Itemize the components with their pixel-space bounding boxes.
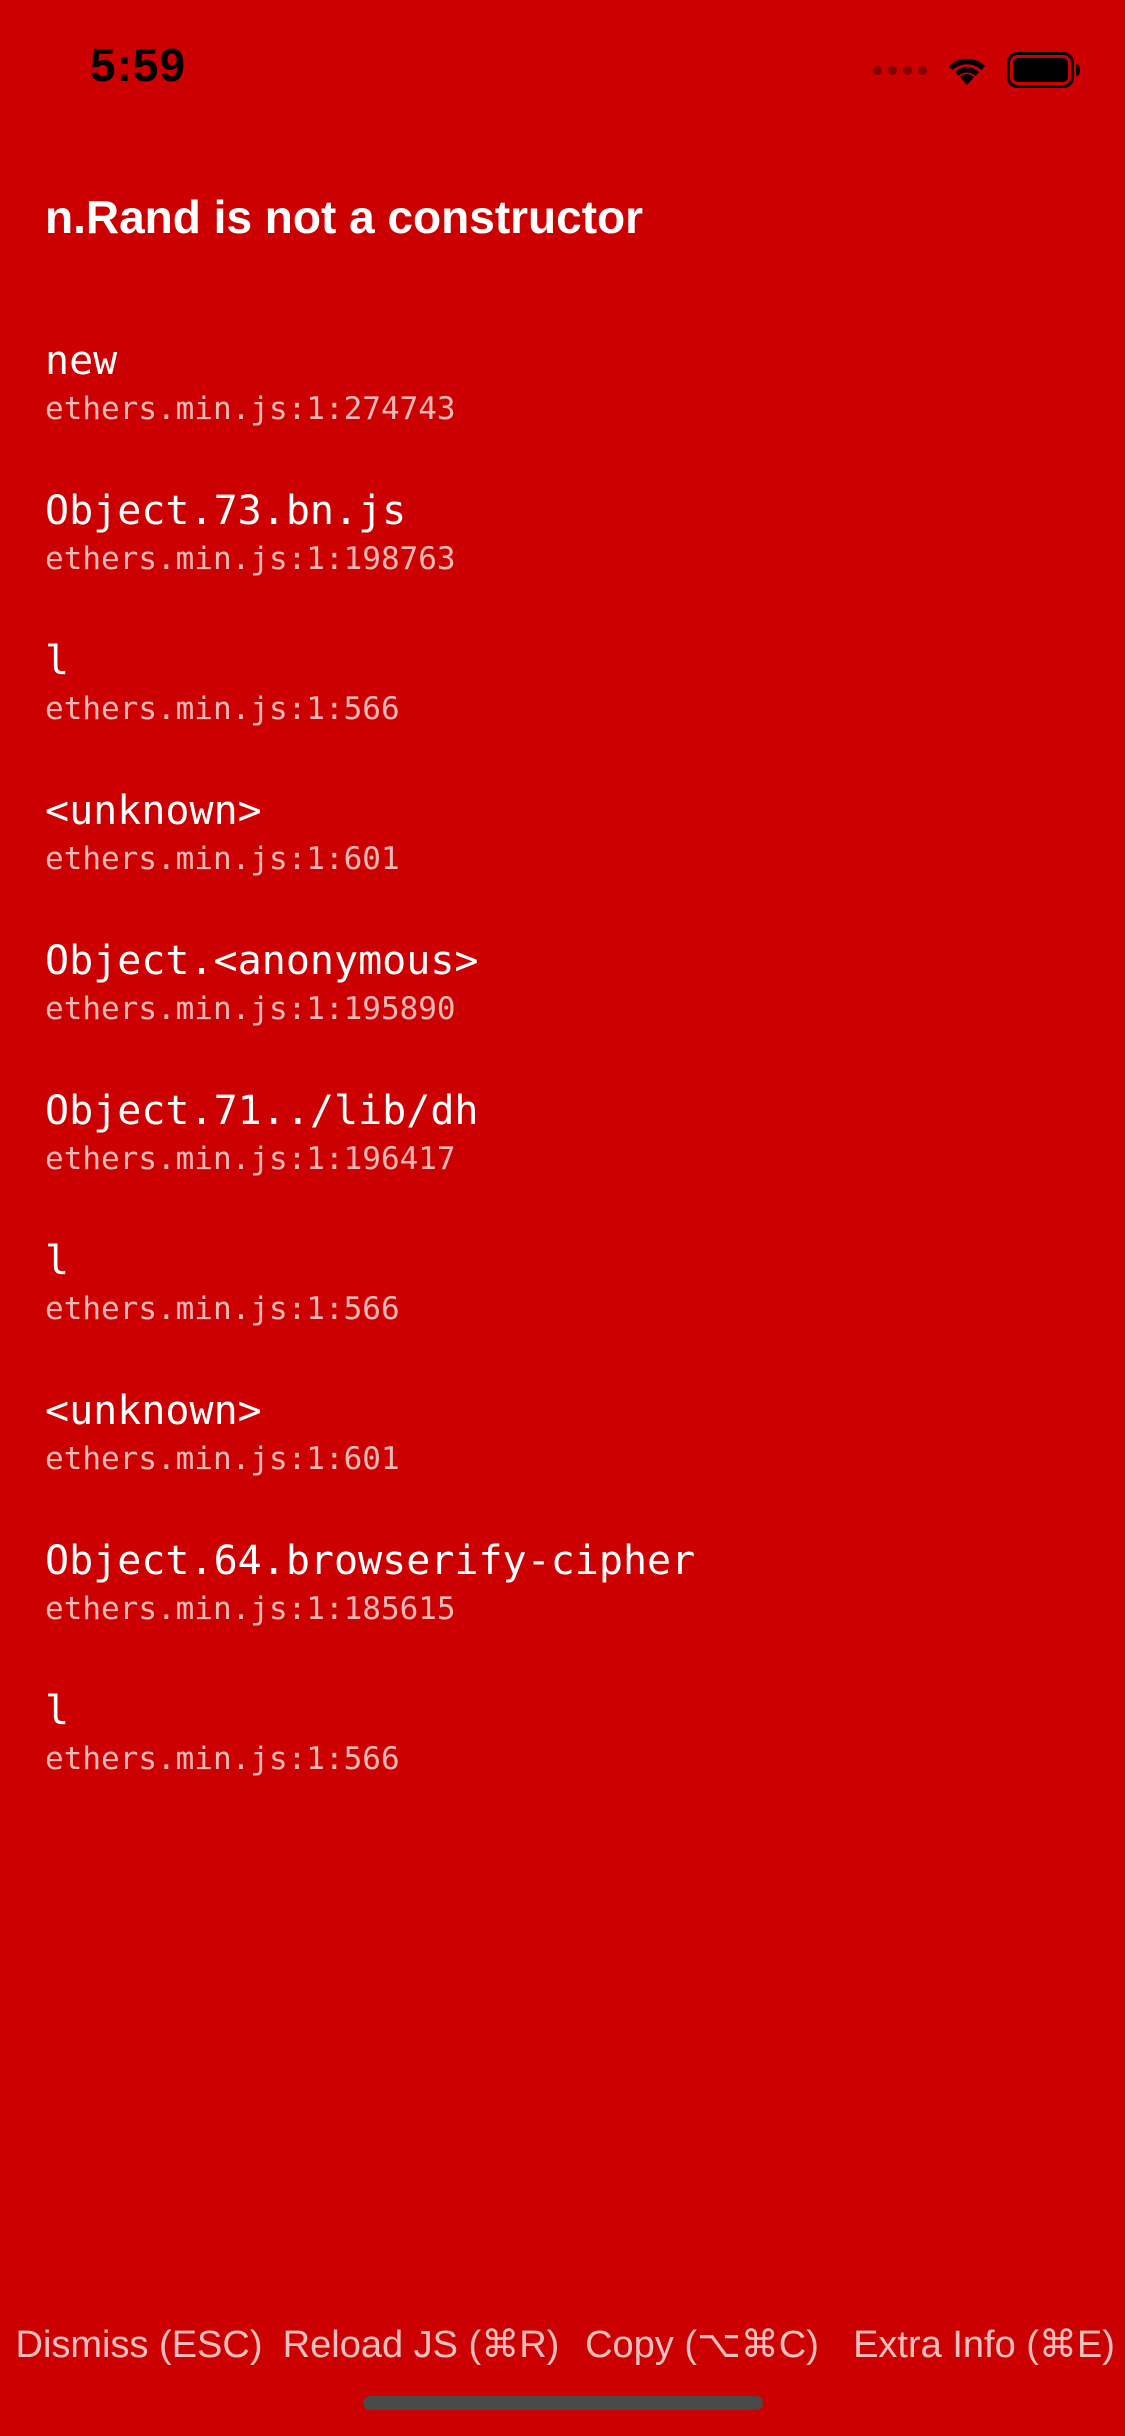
stack-frame[interactable]: Object.71../lib/dh ethers.min.js:1:19641…	[45, 1085, 1085, 1235]
frame-location: ethers.min.js:1:566	[45, 691, 400, 727]
frame-method: <unknown>	[45, 788, 262, 834]
stack-frame[interactable]: l ethers.min.js:1:566	[45, 1685, 1085, 1835]
frame-location: ethers.min.js:1:196417	[45, 1141, 456, 1177]
frame-method: Object.64.browserify-cipher	[45, 1538, 696, 1584]
battery-full-icon	[1007, 52, 1081, 88]
frame-location: ethers.min.js:1:566	[45, 1291, 400, 1327]
frame-method: <unknown>	[45, 1388, 262, 1434]
status-icons	[873, 50, 1081, 90]
frame-method: l	[45, 1688, 70, 1734]
frame-location: ethers.min.js:1:566	[45, 1741, 400, 1777]
redbox-toolbar: Dismiss (ESC) Reload JS (⌘R) Copy (⌥⌘C) …	[0, 2310, 1125, 2380]
stack-frame[interactable]: Object.73.bn.js ethers.min.js:1:198763	[45, 485, 1085, 635]
stack-frame[interactable]: Object.<anonymous> ethers.min.js:1:19589…	[45, 935, 1085, 1085]
reload-js-button[interactable]: Reload JS (⌘R)	[280, 2310, 562, 2380]
frame-method: Object.71../lib/dh	[45, 1088, 479, 1134]
copy-button[interactable]: Copy (⌥⌘C)	[584, 2310, 820, 2380]
status-time: 5:59	[90, 39, 187, 91]
frame-location: ethers.min.js:1:601	[45, 1441, 400, 1477]
extra-info-button[interactable]: Extra Info (⌘E)	[848, 2310, 1120, 2380]
frame-location: ethers.min.js:1:274743	[45, 391, 456, 427]
frame-location: ethers.min.js:1:601	[45, 841, 400, 877]
cellular-signal-empty-icon	[873, 65, 927, 75]
status-bar: 5:59	[0, 0, 1125, 140]
stack-trace-list: new ethers.min.js:1:274743 Object.73.bn.…	[45, 335, 1085, 1835]
stack-frame[interactable]: <unknown> ethers.min.js:1:601	[45, 785, 1085, 935]
frame-method: Object.<anonymous>	[45, 938, 479, 984]
stack-frame[interactable]: l ethers.min.js:1:566	[45, 635, 1085, 785]
wifi-icon	[945, 53, 989, 87]
stack-frame[interactable]: <unknown> ethers.min.js:1:601	[45, 1385, 1085, 1535]
frame-method: Object.73.bn.js	[45, 488, 407, 534]
dismiss-button[interactable]: Dismiss (ESC)	[8, 2310, 270, 2380]
frame-location: ethers.min.js:1:195890	[45, 991, 456, 1027]
stack-frame[interactable]: l ethers.min.js:1:566	[45, 1235, 1085, 1385]
frame-method: l	[45, 638, 70, 684]
frame-method: l	[45, 1238, 70, 1284]
frame-location: ethers.min.js:1:198763	[45, 541, 456, 577]
home-indicator[interactable]	[363, 2396, 763, 2410]
frame-method: new	[45, 338, 118, 384]
stack-frame[interactable]: new ethers.min.js:1:274743	[45, 335, 1085, 485]
stack-frame[interactable]: Object.64.browserify-cipher ethers.min.j…	[45, 1535, 1085, 1685]
error-message: n.Rand is not a constructor	[45, 191, 644, 243]
frame-location: ethers.min.js:1:185615	[45, 1591, 456, 1627]
